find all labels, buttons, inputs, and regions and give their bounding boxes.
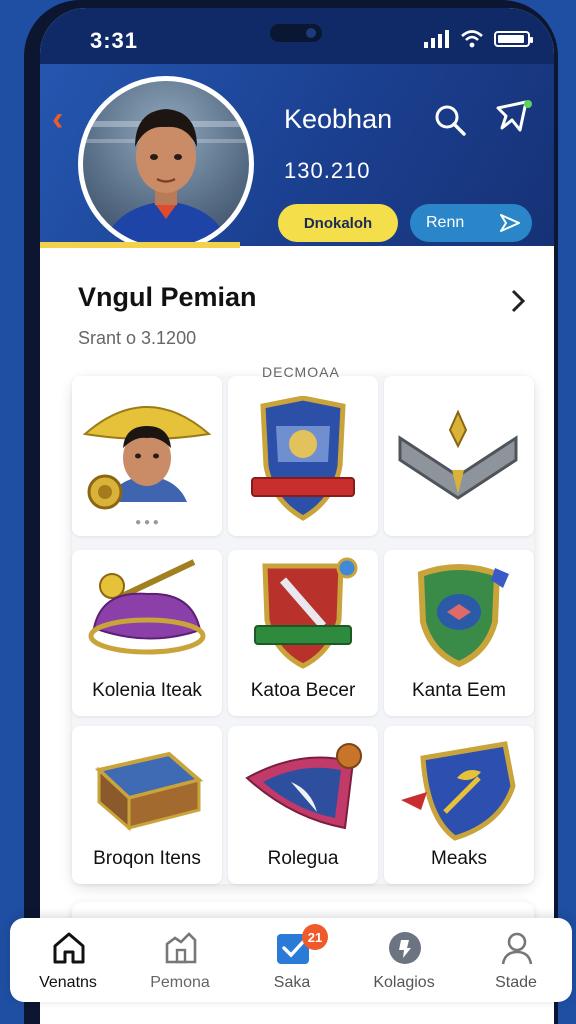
- grid-item[interactable]: [384, 376, 534, 536]
- grid-item[interactable]: ● ● ●: [72, 376, 222, 536]
- notification-badge: 21: [302, 924, 328, 950]
- red-shield-icon: [254, 557, 358, 669]
- home-icon: [53, 932, 85, 964]
- battery-icon: [494, 31, 533, 47]
- status-bar: 3:31: [40, 8, 554, 68]
- section-title: Vngul Pemian: [78, 282, 257, 312]
- grid-header: DECMOAA: [262, 364, 340, 380]
- grid-item-label: Rolegua: [267, 848, 339, 869]
- grid-item-label: Broqon Itens: [93, 848, 201, 869]
- status-time: 3:31: [90, 28, 139, 53]
- share-icon: [496, 100, 532, 132]
- tab-label: Saka: [273, 974, 311, 991]
- tab-label: Kolagios: [373, 974, 435, 991]
- grid-item[interactable]: Meaks: [384, 726, 534, 884]
- header-accent-stripe: [40, 242, 240, 248]
- share-button[interactable]: [492, 98, 534, 140]
- grid-item[interactable]: Rolegua: [228, 726, 378, 884]
- player-portrait-icon: [83, 109, 249, 247]
- grid-item-label: Katoa Becer: [250, 680, 356, 701]
- camera-icon: [306, 28, 316, 38]
- grid-item[interactable]: Katoa Becer: [228, 550, 378, 716]
- profile-name: Keobhan: [284, 104, 393, 134]
- send-icon: [500, 214, 520, 232]
- section-subtitle: Srant o 3.1200: [78, 328, 197, 348]
- tab-saka[interactable]: 21 Saka: [238, 918, 346, 1002]
- crest-shield-icon: [251, 396, 355, 521]
- profile-score: 130.210: [284, 158, 371, 183]
- bottom-tab-bar: Venatns Pemona 21 Saka Kolagios Stade: [10, 918, 572, 1002]
- treasure-box-icon: [94, 751, 204, 832]
- green-shield-icon: [417, 564, 509, 668]
- player-with-hat-icon: [82, 406, 212, 510]
- grid-item[interactable]: Kolenia Iteak: [72, 550, 222, 716]
- tab-stade[interactable]: Stade: [462, 918, 570, 1002]
- signal-icon: [424, 30, 449, 48]
- send-button-label: Renn: [426, 214, 465, 231]
- grid-item-label: Meaks: [431, 848, 487, 869]
- wifi-icon: [461, 30, 483, 48]
- tab-kolagios[interactable]: Kolagios: [350, 918, 458, 1002]
- coin-icon: [389, 932, 421, 964]
- primary-action-button[interactable]: Dnokaloh: [278, 204, 398, 242]
- avatar[interactable]: [78, 76, 254, 252]
- grid-item-label: Kanta Eem: [412, 680, 506, 701]
- status-icons: [424, 30, 533, 48]
- search-icon: [435, 105, 466, 136]
- profile-header: ‹ Keobhan 130.210 Dnokaloh Renn: [40, 64, 554, 252]
- grid-item-label: Kolenia Iteak: [92, 680, 202, 701]
- building-icon: [165, 932, 197, 964]
- back-button[interactable]: ‹: [52, 102, 63, 136]
- profile-icon: [501, 932, 533, 965]
- grid-item[interactable]: [228, 376, 378, 536]
- tab-label: Venatns: [39, 974, 97, 991]
- pagination-dots: ● ● ●: [135, 517, 159, 528]
- camera-notch: [270, 24, 322, 42]
- tab-label: Stade: [495, 974, 537, 991]
- grid-item[interactable]: Kanta Eem: [384, 550, 534, 716]
- tab-pemona[interactable]: Pemona: [126, 918, 234, 1002]
- send-button[interactable]: Renn: [410, 204, 532, 242]
- tab-label: Pemona: [150, 974, 210, 991]
- pennant-icon: [245, 743, 362, 830]
- app-screen: 3:31 ‹ Keobhan 130.210 Dnokaloh Renn Vng…: [40, 8, 554, 1024]
- blue-badge-icon: [401, 741, 516, 841]
- search-button[interactable]: [432, 102, 468, 138]
- chevron-rank-icon: [398, 409, 518, 500]
- grid-item[interactable]: Broqon Itens: [72, 726, 222, 884]
- tab-venatns[interactable]: Venatns: [14, 918, 122, 1002]
- item-grid: ● ● ● Kolenia Iteak Katoa Becer Kanta Ee…: [72, 364, 534, 884]
- purple-bag-icon: [88, 559, 206, 655]
- chevron-right-icon[interactable]: [508, 288, 528, 314]
